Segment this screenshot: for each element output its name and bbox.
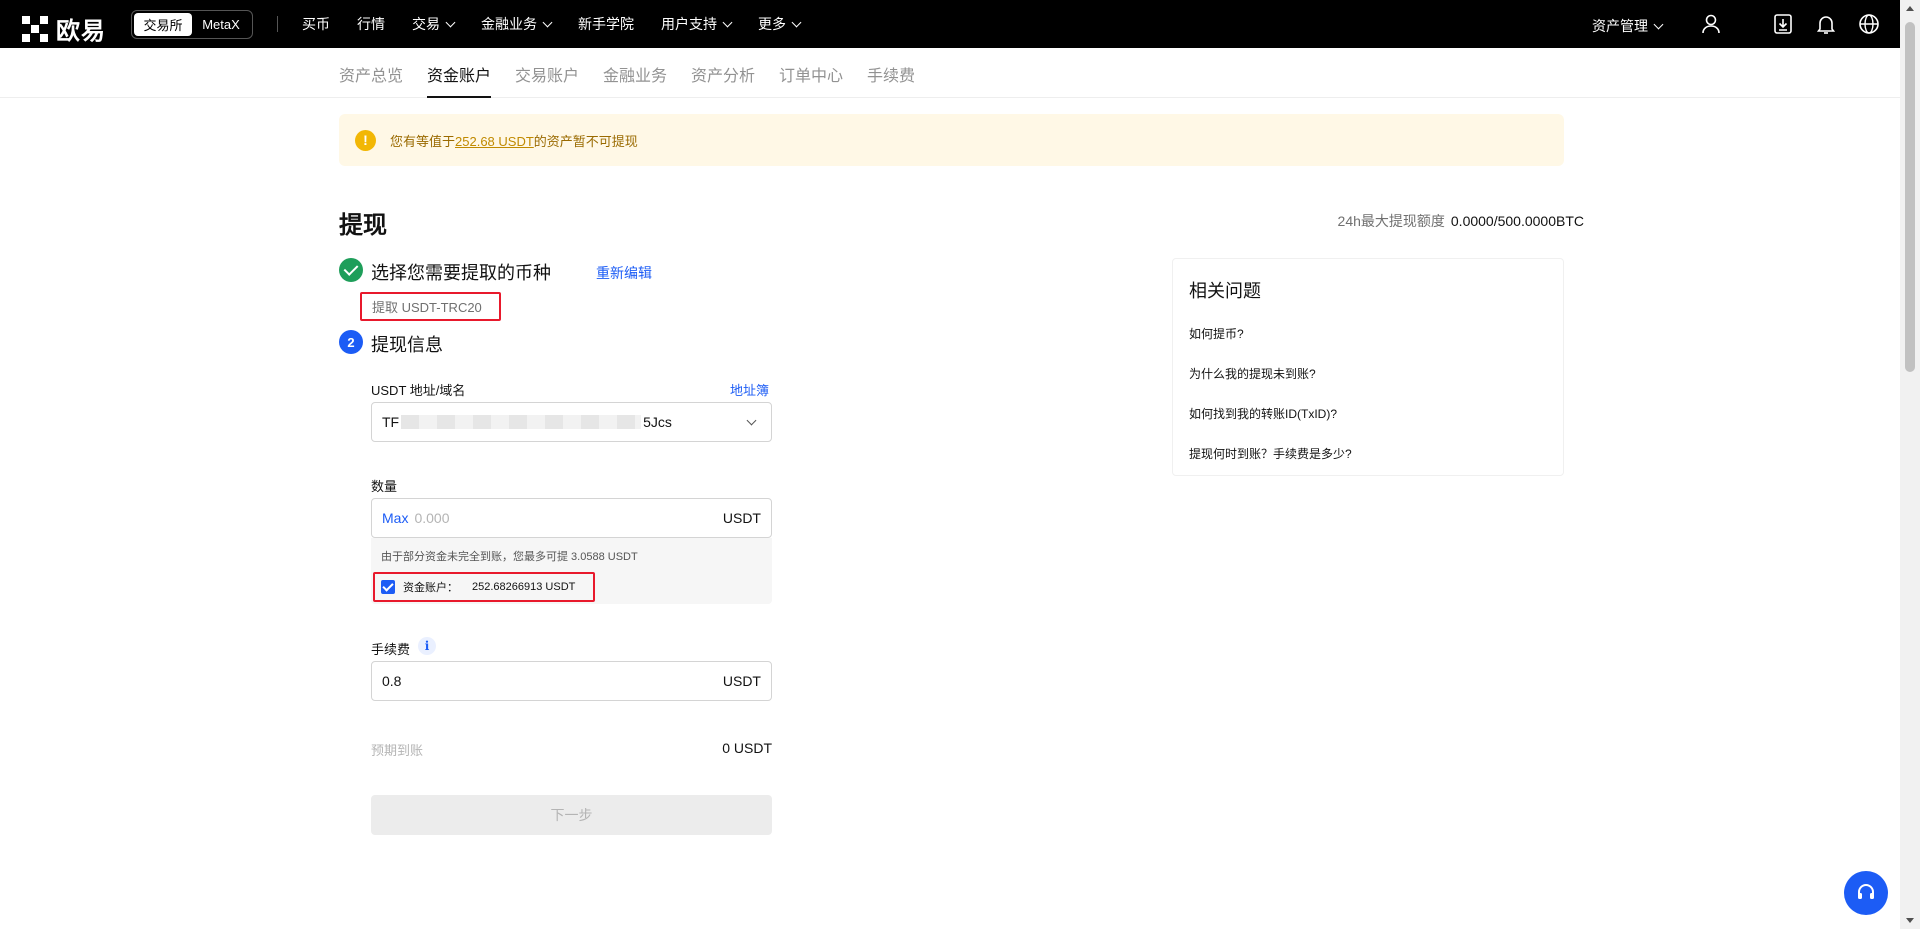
customer-support-button[interactable]: [1844, 871, 1888, 915]
brand-name: 欧易: [56, 18, 106, 45]
nav-finance[interactable]: 金融业务: [481, 14, 553, 34]
nav-divider: [277, 16, 278, 32]
nav-trade[interactable]: 交易: [412, 14, 456, 34]
notice-text: 您有等值于252.68 USDT的资产暂不可提现: [390, 133, 638, 149]
tab-orders[interactable]: 订单中心: [779, 62, 843, 86]
address-select[interactable]: TF 5Jcs: [371, 402, 772, 442]
bell-icon[interactable]: [1815, 13, 1837, 35]
warning-icon: !: [355, 129, 376, 151]
page-scrollbar[interactable]: [1900, 0, 1920, 929]
metax-tab[interactable]: MetaX: [192, 13, 250, 36]
tab-finance[interactable]: 金融业务: [603, 62, 667, 86]
faq-item[interactable]: 为什么我的提现未到账?: [1189, 365, 1316, 382]
account-label: 资金账户：: [403, 582, 458, 594]
assets-subnav: 资产总览 资金账户 交易账户 金融业务 资产分析 订单中心 手续费: [0, 48, 1900, 98]
address-suffix: 5Jcs: [643, 414, 672, 430]
scroll-down-arrow-icon[interactable]: [1906, 918, 1914, 923]
fee-unit: USDT: [722, 673, 761, 689]
globe-icon[interactable]: [1858, 13, 1880, 35]
step-complete-icon: [339, 258, 363, 282]
amount-info-panel: 由于部分资金未完全到账，您最多可提 3.0588 USDT 资金账户： 252.…: [371, 538, 772, 604]
address-prefix: TF: [382, 414, 400, 430]
chevron-down-icon: [445, 17, 456, 27]
restricted-assets-notice: ! 您有等值于252.68 USDT的资产暂不可提现: [339, 114, 1564, 166]
scroll-up-arrow-icon[interactable]: [1906, 6, 1914, 11]
amount-placeholder: 0.000: [414, 510, 450, 526]
chevron-down-icon: [791, 17, 802, 27]
fee-input[interactable]: 0.8 USDT: [371, 661, 772, 701]
faq-title: 相关问题: [1189, 281, 1261, 301]
chevron-down-icon: [542, 17, 553, 27]
info-icon[interactable]: i: [418, 637, 436, 655]
redacted-address: [401, 415, 642, 429]
nav-academy[interactable]: 新手学院: [578, 14, 634, 34]
related-questions-panel: 相关问题 如何提币? 为什么我的提现未到账? 如何找到我的转账ID(TxID)?…: [1172, 258, 1564, 476]
reedit-link[interactable]: 重新编辑: [596, 263, 652, 283]
okx-logo-icon: [22, 15, 48, 42]
account-balance: 252.68266913 USDT: [472, 581, 576, 593]
main-nav: 买币 行情 交易 金融业务 新手学院 用户支持 更多: [302, 0, 827, 48]
nav-markets[interactable]: 行情: [357, 14, 385, 34]
tab-funding-account[interactable]: 资金账户: [427, 62, 492, 98]
chevron-down-icon: [746, 415, 757, 426]
amount-note: 由于部分资金未完全到账，您最多可提 3.0588 USDT: [381, 551, 638, 563]
chevron-down-icon: [722, 17, 733, 27]
address-label: USDT 地址/域名: [371, 383, 466, 398]
step2-number: 2: [339, 330, 363, 354]
top-navbar: 欧易 交易所 MetaX 买币 行情 交易 金融业务 新手学院 用户支持 更多 …: [0, 0, 1900, 48]
arrival-label: 预期到账: [371, 743, 424, 758]
tab-analysis[interactable]: 资产分析: [691, 62, 755, 86]
exchange-tab[interactable]: 交易所: [134, 13, 192, 36]
amount-input[interactable]: Max 0.000 USDT: [371, 498, 772, 538]
nav-buy-crypto[interactable]: 买币: [302, 14, 330, 34]
checkbox-checked-icon[interactable]: [381, 580, 395, 594]
fee-label: 手续费: [371, 642, 411, 657]
amount-unit: USDT: [722, 510, 761, 526]
tab-overview[interactable]: 资产总览: [339, 62, 403, 86]
faq-item[interactable]: 如何找到我的转账ID(TxID)?: [1189, 405, 1337, 422]
next-step-button[interactable]: 下一步: [371, 795, 772, 835]
asset-management-menu[interactable]: 资产管理: [1592, 16, 1664, 36]
arrival-value: 0 USDT: [722, 740, 772, 756]
restricted-amount-link[interactable]: 252.68 USDT: [455, 134, 534, 149]
user-icon[interactable]: [1700, 13, 1722, 35]
headset-icon: [1858, 884, 1874, 899]
selected-coin: 提取 USDT-TRC20: [360, 292, 501, 321]
tab-fees[interactable]: 手续费: [867, 62, 915, 86]
fee-value: 0.8: [382, 673, 402, 689]
brand-logo[interactable]: 欧易: [22, 11, 106, 46]
nav-more[interactable]: 更多: [758, 14, 802, 34]
withdraw-limit: 24h最大提现额度 0.0000/500.0000BTC: [1337, 213, 1584, 229]
download-icon[interactable]: [1772, 13, 1794, 35]
faq-item[interactable]: 如何提币?: [1189, 325, 1244, 342]
funding-account-checkbox-row[interactable]: 资金账户： 252.68266913 USDT: [373, 572, 595, 602]
scroll-thumb[interactable]: [1905, 22, 1915, 372]
step1-title: 选择您需要提取的币种: [371, 263, 551, 283]
max-button[interactable]: Max: [382, 510, 408, 526]
tab-trading-account[interactable]: 交易账户: [515, 62, 579, 86]
chevron-down-icon: [1653, 19, 1664, 29]
mode-switcher[interactable]: 交易所 MetaX: [131, 10, 253, 39]
faq-item[interactable]: 提现何时到账？手续费是多少?: [1189, 445, 1352, 462]
amount-label: 数量: [371, 479, 398, 494]
page-title: 提现: [339, 212, 387, 239]
address-book-link[interactable]: 地址簿: [730, 380, 769, 399]
nav-support[interactable]: 用户支持: [661, 14, 733, 34]
step2-title: 提现信息: [371, 335, 443, 355]
